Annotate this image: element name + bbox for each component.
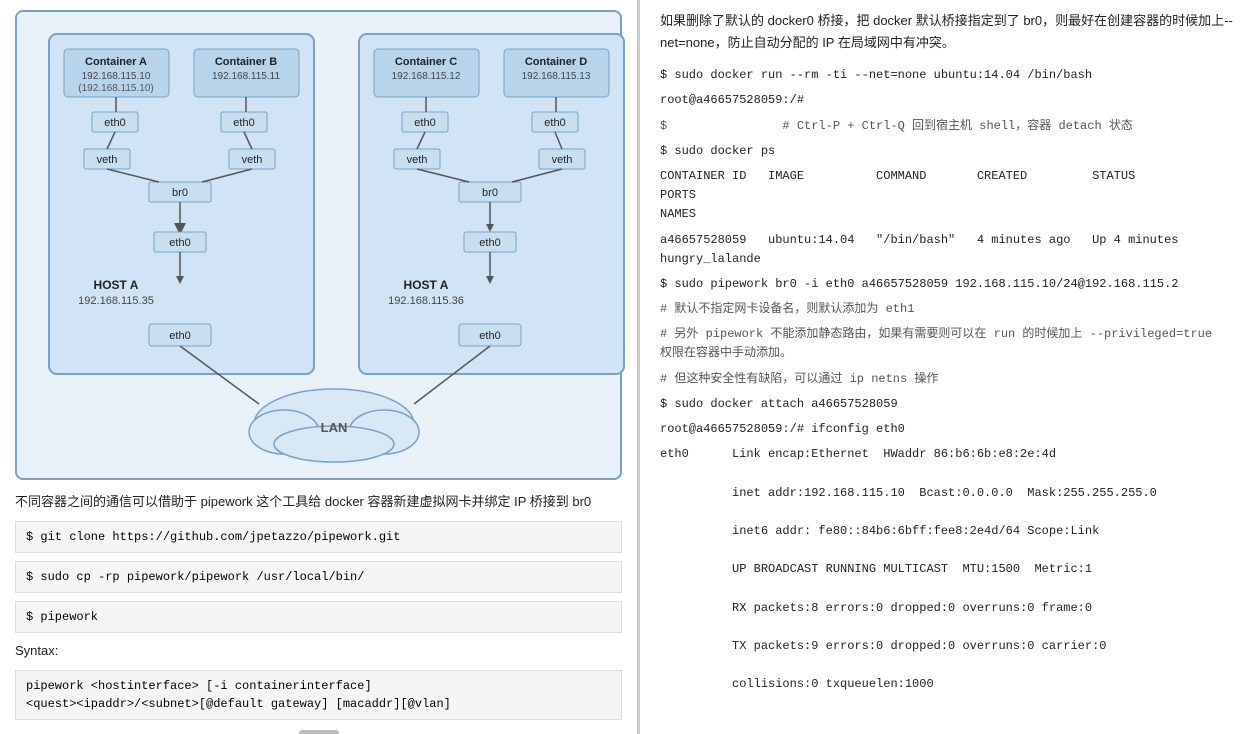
code-block-1: $ git clone https://github.com/jpetazzo/…	[15, 521, 622, 553]
right-panel: 如果删除了默认的 docker0 桥接，把 docker 默认桥接指定到了 br…	[640, 0, 1255, 734]
network-diagram: Container A 192.168.115.10 (192.168.115.…	[15, 10, 622, 480]
diagram-svg: Container A 192.168.115.10 (192.168.115.…	[29, 24, 639, 474]
eth0-section: eth0 Link encap:Ethernet HWaddr 86:b6:6b…	[660, 445, 1235, 694]
code-block-3: $ pipework	[15, 601, 622, 633]
svg-text:br0: br0	[172, 187, 188, 199]
svg-text:eth0: eth0	[104, 117, 125, 129]
description-text: 不同容器之间的通信可以借助于 pipework 这个工具给 docker 容器新…	[15, 492, 622, 513]
svg-text:br0: br0	[482, 187, 498, 199]
comment3: # 但这种安全性有缺陷，可以通过 ip netns 操作	[660, 370, 1235, 389]
svg-text:Container C: Container C	[395, 56, 457, 68]
svg-text:Container B: Container B	[215, 56, 277, 68]
svg-text:veth: veth	[242, 154, 263, 166]
svg-text:192.168.115.11: 192.168.115.11	[212, 71, 280, 82]
cmd5: $ sudo pipework br0 -i eth0 a46657528059…	[660, 275, 1235, 294]
svg-text:eth0: eth0	[169, 237, 190, 249]
svg-text:192.168.115.12: 192.168.115.12	[392, 71, 461, 82]
svg-text:eth0: eth0	[479, 237, 500, 249]
svg-text:192.168.115.10: 192.168.115.10	[82, 71, 151, 82]
svg-text:veth: veth	[552, 154, 573, 166]
table-row: a46657528059 ubuntu:14.04 "/bin/bash" 4 …	[660, 231, 1235, 269]
svg-text:veth: veth	[407, 154, 428, 166]
bottom-separator	[299, 730, 339, 734]
cmd7: root@a46657528059:/# ifconfig eth0	[660, 420, 1235, 439]
svg-text:LAN: LAN	[321, 420, 348, 435]
cmd4: $ sudo docker ps	[660, 142, 1235, 161]
syntax-label: Syntax:	[15, 641, 622, 662]
cmd1: $ sudo docker run --rm -ti --net=none ub…	[660, 66, 1235, 85]
svg-text:192.168.115.35: 192.168.115.35	[78, 295, 154, 307]
cmd2: root@a46657528059:/#	[660, 91, 1235, 110]
code-block-2: $ sudo cp -rp pipework/pipework /usr/loc…	[15, 561, 622, 593]
code-block-4: pipework <hostinterface> [-i containerin…	[15, 670, 622, 720]
right-intro-text: 如果删除了默认的 docker0 桥接，把 docker 默认桥接指定到了 br…	[660, 10, 1235, 54]
svg-text:192.168.115.36: 192.168.115.36	[388, 295, 464, 307]
svg-text:(192.168.115.10): (192.168.115.10)	[78, 83, 153, 94]
table-header: CONTAINER ID IMAGE COMMAND CREATED STATU…	[660, 167, 1235, 225]
comment1: # 默认不指定网卡设备名，则默认添加为 eth1	[660, 300, 1235, 319]
svg-text:veth: veth	[97, 154, 118, 166]
comment2: # 另外 pipework 不能添加静态路由，如果有需要则可以在 run 的时候…	[660, 325, 1235, 363]
svg-text:HOST A: HOST A	[94, 278, 139, 292]
cmd3: $ # Ctrl-P + Ctrl-Q 回到宿主机 shell，容器 detac…	[660, 117, 1235, 136]
svg-text:Container A: Container A	[85, 56, 147, 68]
svg-text:eth0: eth0	[479, 330, 500, 342]
svg-text:Container D: Container D	[525, 56, 587, 68]
svg-text:eth0: eth0	[169, 330, 190, 342]
svg-text:eth0: eth0	[544, 117, 565, 129]
svg-text:eth0: eth0	[414, 117, 435, 129]
svg-text:eth0: eth0	[233, 117, 254, 129]
svg-text:HOST A: HOST A	[404, 278, 449, 292]
svg-text:192.168.115.13: 192.168.115.13	[522, 71, 591, 82]
left-panel: Container A 192.168.115.10 (192.168.115.…	[0, 0, 640, 734]
cmd6: $ sudo docker attach a46657528059	[660, 395, 1235, 414]
